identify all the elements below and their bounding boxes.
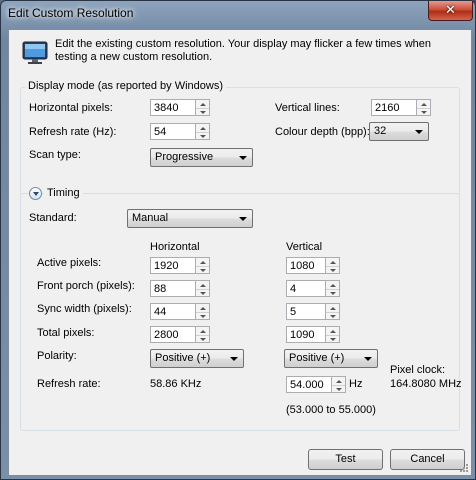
title-bar[interactable]: Edit Custom Resolution ✕ bbox=[1, 1, 476, 27]
horizontal-column-header: Horizontal bbox=[150, 241, 200, 253]
vertical-refresh-input[interactable]: 54.000 bbox=[286, 376, 332, 393]
chevron-down-icon bbox=[230, 357, 238, 361]
total-v-spinner[interactable] bbox=[326, 326, 340, 343]
front-porch-h-input[interactable]: 88 bbox=[150, 280, 196, 297]
active-v-input[interactable]: 1080 bbox=[286, 257, 326, 274]
sync-width-label: Sync width (pixels): bbox=[37, 303, 132, 315]
polarity-label: Polarity: bbox=[37, 350, 77, 362]
active-pixels-label: Active pixels: bbox=[37, 257, 102, 269]
spin-down-icon[interactable] bbox=[332, 385, 345, 393]
chevron-down-icon bbox=[239, 217, 247, 221]
cancel-button[interactable]: Cancel bbox=[390, 449, 465, 470]
sync-width-h-spinner[interactable] bbox=[196, 303, 210, 320]
horizontal-pixels-input[interactable]: 3840 bbox=[150, 99, 196, 116]
polarity-h-select[interactable]: Positive (+) bbox=[150, 349, 244, 368]
spin-down-icon[interactable] bbox=[326, 335, 339, 343]
dialog-client: Edit the existing custom resolution. You… bbox=[8, 29, 472, 476]
sync-width-v-input[interactable]: 5 bbox=[286, 303, 326, 320]
standard-label: Standard: bbox=[29, 212, 77, 224]
horizontal-pixels-label: Horizontal pixels: bbox=[29, 102, 113, 114]
colour-depth-select[interactable]: 32 bbox=[369, 122, 429, 141]
timing-label: Timing bbox=[44, 187, 83, 199]
window-title: Edit Custom Resolution bbox=[8, 6, 134, 20]
chevron-down-icon bbox=[239, 156, 247, 160]
monitor-icon bbox=[22, 41, 48, 64]
total-h-input[interactable]: 2800 bbox=[150, 326, 196, 343]
scan-type-label: Scan type: bbox=[29, 149, 81, 161]
pixel-clock-label: Pixel clock: bbox=[390, 364, 446, 376]
description-text: Edit the existing custom resolution. You… bbox=[55, 38, 432, 63]
spin-down-icon[interactable] bbox=[417, 108, 430, 116]
total-h-spinner[interactable] bbox=[196, 326, 210, 343]
total-v-input[interactable]: 1090 bbox=[286, 326, 326, 343]
window-frame: Edit Custom Resolution ✕ Edit the existi… bbox=[0, 0, 476, 480]
horizontal-frequency-value: 58.86 KHz bbox=[150, 378, 202, 390]
spin-down-icon[interactable] bbox=[196, 132, 209, 140]
spin-down-icon[interactable] bbox=[326, 289, 339, 297]
vertical-refresh-spinner[interactable] bbox=[332, 376, 346, 393]
front-porch-v-spinner[interactable] bbox=[326, 280, 340, 297]
close-icon: ✕ bbox=[445, 3, 456, 18]
front-porch-h-spinner[interactable] bbox=[196, 280, 210, 297]
active-v-spinner[interactable] bbox=[326, 257, 340, 274]
display-mode-label: Display mode (as reported by Windows) bbox=[25, 80, 227, 92]
vertical-lines-input[interactable]: 2160 bbox=[371, 99, 417, 116]
standard-select[interactable]: Manual bbox=[127, 209, 253, 228]
front-porch-label: Front porch (pixels): bbox=[37, 280, 135, 292]
spin-down-icon[interactable] bbox=[196, 108, 209, 116]
refresh-range-text: (53.000 to 55.000) bbox=[286, 404, 376, 416]
vertical-lines-spinner[interactable] bbox=[417, 99, 431, 116]
spin-down-icon[interactable] bbox=[326, 266, 339, 274]
refresh-rate-label: Refresh rate (Hz): bbox=[29, 126, 117, 138]
horizontal-pixels-spinner[interactable] bbox=[196, 99, 210, 116]
test-button[interactable]: Test bbox=[308, 449, 383, 470]
refresh-rate-input[interactable]: 54 bbox=[150, 123, 196, 140]
scan-type-select[interactable]: Progressive bbox=[150, 148, 253, 167]
hz-unit-label: Hz bbox=[349, 378, 363, 390]
vertical-column-header: Vertical bbox=[286, 241, 323, 253]
sync-width-v-spinner[interactable] bbox=[326, 303, 340, 320]
refresh-rate-spinner[interactable] bbox=[196, 123, 210, 140]
vertical-lines-label: Vertical lines: bbox=[275, 102, 340, 114]
sync-width-h-input[interactable]: 44 bbox=[150, 303, 196, 320]
chevron-down-icon bbox=[364, 357, 372, 361]
timing-refresh-rate-label: Refresh rate: bbox=[37, 378, 101, 390]
spin-down-icon[interactable] bbox=[326, 312, 339, 320]
timing-expander-icon[interactable] bbox=[29, 187, 42, 200]
front-porch-v-input[interactable]: 4 bbox=[286, 280, 326, 297]
active-h-input[interactable]: 1920 bbox=[150, 257, 196, 274]
chevron-down-icon bbox=[415, 130, 423, 134]
close-button[interactable]: ✕ bbox=[428, 1, 473, 21]
spin-down-icon[interactable] bbox=[196, 312, 209, 320]
total-pixels-label: Total pixels: bbox=[37, 327, 95, 339]
colour-depth-label: Colour depth (bpp): bbox=[275, 126, 370, 138]
spin-down-icon[interactable] bbox=[196, 335, 209, 343]
polarity-v-select[interactable]: Positive (+) bbox=[284, 349, 378, 368]
spin-down-icon[interactable] bbox=[196, 289, 209, 297]
active-h-spinner[interactable] bbox=[196, 257, 210, 274]
spin-down-icon[interactable] bbox=[196, 266, 209, 274]
pixel-clock-value: 164.8080 MHz bbox=[390, 378, 462, 390]
resize-grip-icon[interactable] bbox=[459, 463, 469, 473]
